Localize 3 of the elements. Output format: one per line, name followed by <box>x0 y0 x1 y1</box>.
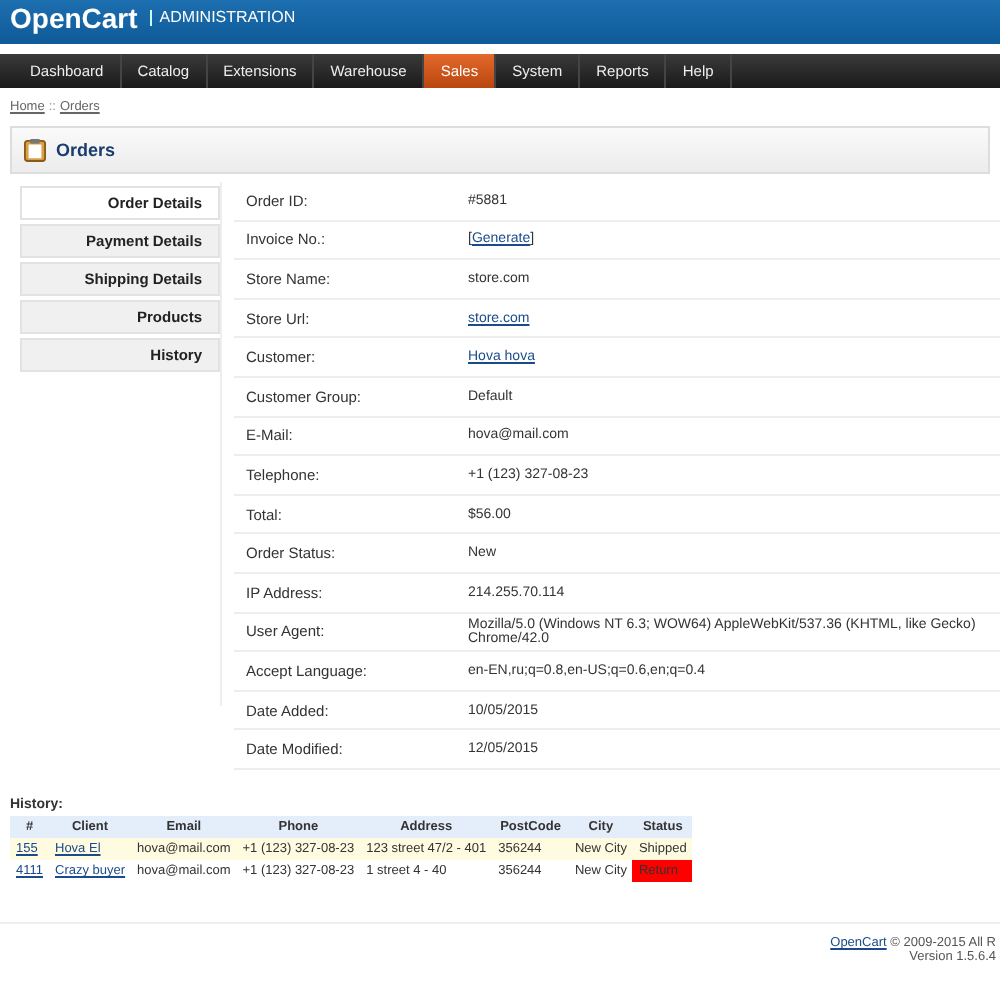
header-subtitle: ADMINISTRATION <box>149 10 296 26</box>
panel-title: Orders <box>56 140 116 160</box>
clipboard-icon <box>24 138 46 162</box>
